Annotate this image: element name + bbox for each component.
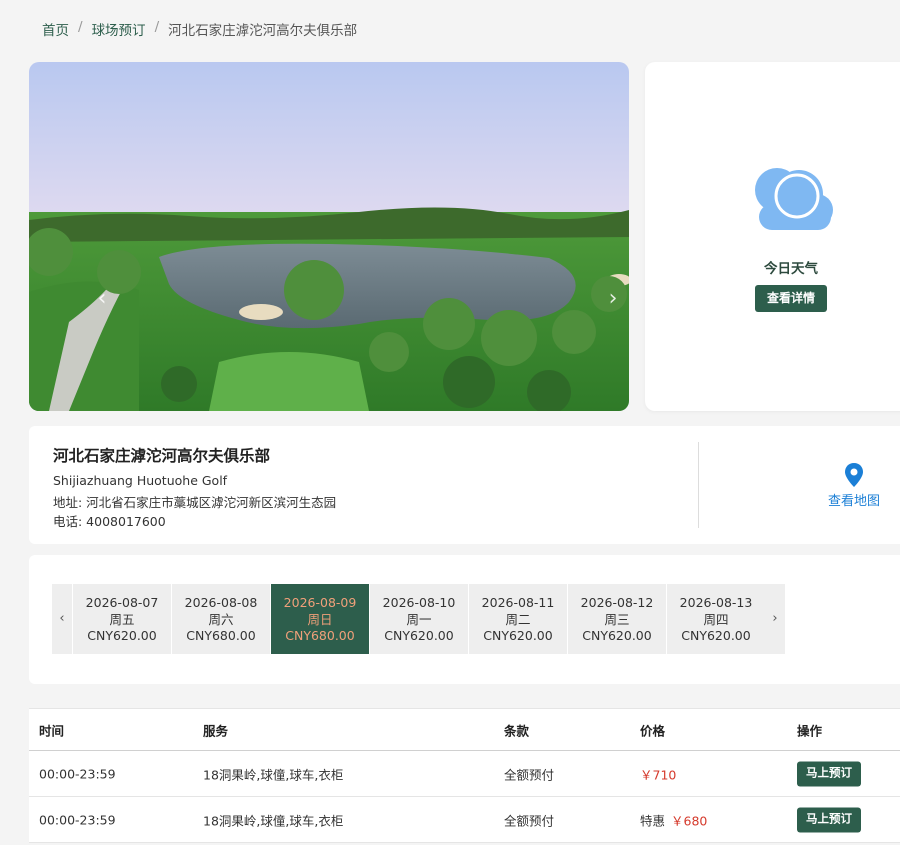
header-time: 时间 [39, 723, 65, 738]
tee-action-cell: 马上预订 [797, 807, 861, 832]
date-price: CNY620.00 [483, 628, 553, 643]
tee-time: 00:00-23:59 [39, 812, 116, 827]
tee-terms: 全额预付 [504, 813, 555, 828]
date-picker-card: ‹ 2026-08-07 周五 CNY620.00 2026-08-08 周六 CNY68… [29, 555, 900, 684]
tee-price-cell: ￥710 [640, 764, 676, 783]
date-text: 2026-08-13 [679, 595, 753, 610]
book-now-button[interactable]: 马上预订 [797, 807, 861, 832]
date-price: CNY620.00 [582, 628, 652, 643]
tee-terms: 全额预付 [504, 767, 555, 782]
date-weekday: 周五 [109, 611, 135, 627]
table-row: 00:00-23:59 18洞果岭,球僮,球车,衣柜 全额预付 特惠 ￥680 马上预订 [29, 797, 900, 843]
date-text: 2026-08-08 [184, 595, 258, 610]
breadcrumb-separator: / [78, 19, 83, 35]
header-price: 价格 [640, 723, 666, 738]
breadcrumb-current: 河北石家庄滹沱河高尔夫俱乐部 [168, 23, 358, 39]
table-header-row: 时间 服务 条款 价格 操作 [29, 709, 900, 751]
divider [698, 442, 699, 528]
date-weekday: 周四 [703, 611, 729, 627]
cloud-icon [755, 168, 833, 230]
golf-course-photo [29, 62, 629, 411]
breadcrumb-separator: / [154, 19, 160, 35]
table-row: 00:00-23:59 18洞果岭,球僮,球车,衣柜 全额预付 ￥710 马上预订 [29, 751, 900, 797]
course-photo-carousel[interactable]: ‹ › [29, 62, 629, 411]
header-service: 服务 [203, 723, 229, 738]
tee-time: 00:00-23:59 [39, 766, 116, 781]
view-map-label: 查看地图 [827, 494, 880, 509]
date-text: 2026-08-11 [481, 595, 555, 610]
date-option[interactable]: 2026-08-11 周二 CNY620.00 [468, 584, 567, 654]
date-price: CNY620.00 [681, 628, 751, 643]
date-weekday: 周三 [604, 611, 630, 627]
weather-label: 今日天气 [764, 261, 818, 277]
date-option[interactable]: 2026-08-13 周四 CNY620.00 [666, 584, 765, 654]
promo-tag: 特惠 [640, 813, 666, 828]
date-weekday: 周日 [307, 611, 333, 627]
club-address: 地址: 河北省石家庄市藁城区滹沱河新区滨河生态园 [53, 495, 337, 510]
club-name: 河北石家庄滹沱河高尔夫俱乐部 [53, 447, 271, 465]
date-weekday: 周二 [505, 611, 531, 627]
breadcrumb-booking-link[interactable]: 球场预订 [92, 19, 146, 39]
date-weekday: 周一 [406, 611, 432, 627]
date-weekday: 周六 [208, 611, 234, 627]
carousel-next-arrow-icon[interactable]: › [604, 284, 622, 314]
date-option[interactable]: 2026-08-10 周一 CNY620.00 [369, 584, 468, 654]
location-pin-icon [845, 463, 863, 487]
breadcrumb-home-link[interactable]: 首页 [42, 19, 69, 39]
tee-price-cell: 特惠 ￥680 [640, 810, 707, 829]
date-prev-arrow[interactable]: ‹ [52, 584, 72, 654]
book-now-button[interactable]: 马上预订 [797, 761, 861, 786]
date-option[interactable]: 2026-08-07 周五 CNY620.00 [72, 584, 171, 654]
date-option[interactable]: 2026-08-12 周三 CNY620.00 [567, 584, 666, 654]
weather-details-button[interactable]: 查看详情 [755, 285, 827, 312]
date-price: CNY680.00 [285, 628, 355, 643]
date-price: CNY620.00 [384, 628, 454, 643]
view-map-link[interactable]: 查看地图 [819, 462, 889, 509]
header-action: 操作 [797, 723, 823, 738]
club-info-card: 河北石家庄滹沱河高尔夫俱乐部 Shijiazhuang Huotuohe Gol… [29, 426, 900, 544]
tee-service: 18洞果岭,球僮,球车,衣柜 [203, 767, 344, 782]
club-phone: 电话: 4008017600 [53, 514, 166, 529]
date-text: 2026-08-09 [283, 595, 357, 610]
date-text: 2026-08-07 [85, 595, 159, 610]
date-price: CNY620.00 [87, 628, 157, 643]
tee-price: ￥680 [671, 813, 708, 828]
date-next-arrow[interactable]: › [765, 584, 785, 654]
date-option[interactable]: 2026-08-08 周六 CNY680.00 [171, 584, 270, 654]
header-terms: 条款 [504, 723, 530, 738]
weather-card: 今日天气 查看详情 [645, 62, 900, 411]
tee-time-table: 时间 服务 条款 价格 操作 00:00-23:59 18洞果岭,球僮,球车,衣柜… [29, 708, 900, 843]
date-price: CNY680.00 [186, 628, 256, 643]
breadcrumb: 首页 / 球场预订 / 河北石家庄滹沱河高尔夫俱乐部 [42, 19, 357, 39]
club-english-name: Shijiazhuang Huotuohe Golf [53, 473, 228, 488]
date-strip: ‹ 2026-08-07 周五 CNY620.00 2026-08-08 周六 CNY68… [52, 584, 785, 654]
date-text: 2026-08-12 [580, 595, 654, 610]
tee-price: ￥710 [640, 767, 677, 782]
tee-service: 18洞果岭,球僮,球车,衣柜 [203, 813, 344, 828]
carousel-prev-arrow-icon[interactable]: ‹ [93, 284, 111, 314]
date-option[interactable]: 2026-08-09 周日 CNY680.00 [270, 584, 369, 654]
date-text: 2026-08-10 [382, 595, 456, 610]
tee-action-cell: 马上预订 [797, 761, 861, 786]
